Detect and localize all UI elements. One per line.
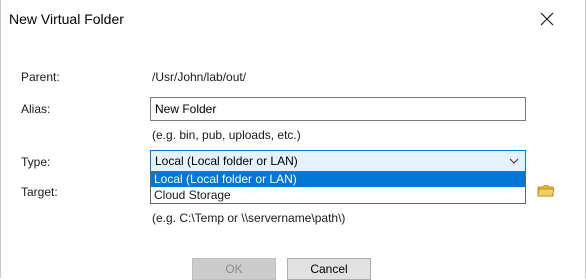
target-label: Target: bbox=[21, 185, 58, 199]
dialog-title: New Virtual Folder bbox=[9, 11, 124, 27]
title-bar: New Virtual Folder bbox=[1, 0, 585, 38]
alias-input[interactable] bbox=[150, 97, 526, 121]
close-icon bbox=[540, 12, 554, 26]
type-select[interactable]: Local (Local folder or LAN) bbox=[150, 150, 526, 172]
target-hint: (e.g. C:\Temp or \\servername\path\) bbox=[152, 211, 346, 225]
parent-label: Parent: bbox=[21, 70, 60, 84]
type-option-local[interactable]: Local (Local folder or LAN) bbox=[151, 172, 525, 187]
folder-icon bbox=[537, 185, 555, 197]
browse-folder-button[interactable] bbox=[537, 183, 555, 199]
alias-label: Alias: bbox=[21, 102, 51, 116]
type-label: Type: bbox=[21, 155, 51, 169]
alias-hint: (e.g. bin, pub, uploads, etc.) bbox=[152, 128, 301, 142]
chevron-down-icon bbox=[509, 158, 519, 164]
type-dropdown-list: Local (Local folder or LAN) Cloud Storag… bbox=[150, 171, 526, 204]
new-virtual-folder-dialog: New Virtual Folder Parent: /Usr/John/lab… bbox=[0, 0, 586, 280]
close-button[interactable] bbox=[529, 4, 565, 34]
type-selected-value: Local (Local folder or LAN) bbox=[155, 154, 298, 168]
cancel-button[interactable]: Cancel bbox=[287, 258, 371, 280]
parent-value: /Usr/John/lab/out/ bbox=[152, 70, 247, 84]
type-option-cloud-storage[interactable]: Cloud Storage bbox=[151, 188, 525, 203]
ok-button[interactable]: OK bbox=[192, 258, 276, 280]
